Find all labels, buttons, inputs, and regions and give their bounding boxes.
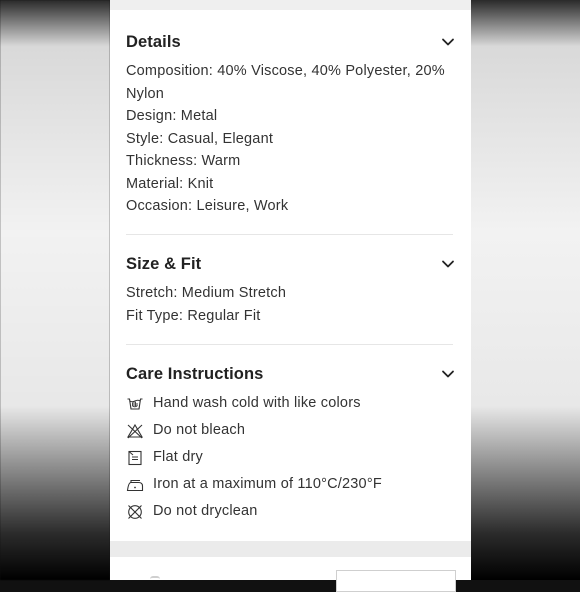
size-fit-header[interactable]: Size & Fit (126, 253, 455, 275)
details-title: Details (126, 32, 181, 51)
section-separator (110, 541, 471, 557)
blurred-background-right (471, 0, 580, 580)
flat-dry-icon (128, 450, 142, 465)
no-bleach-icon (127, 423, 143, 438)
care-item-hand-wash: Hand wash cold with like colors (126, 390, 455, 417)
iron-icon (126, 479, 144, 491)
details-line: Nylon (126, 85, 165, 102)
details-line: Composition: 40% Viscose, 40% Polyester,… (126, 63, 445, 79)
section-divider (126, 344, 453, 345)
details-line: Style: Casual, Elegant (126, 130, 274, 147)
size-fit-line: Stretch: Medium Stretch (126, 285, 287, 301)
care-item-no-bleach: Do not bleach (126, 417, 455, 444)
details-line: Material: Knit (126, 175, 214, 192)
size-fit-title: Size & Fit (126, 254, 202, 273)
details-line: Thickness: Warm (126, 153, 241, 169)
chevron-down-icon[interactable] (441, 257, 455, 271)
care-text: Do not bleach (153, 422, 246, 439)
care-text: Do not dryclean (153, 503, 258, 520)
details-line: Occasion: Leisure, Work (126, 198, 289, 214)
care-header[interactable]: Care Instructions (126, 363, 455, 385)
chevron-down-icon[interactable] (441, 35, 455, 49)
size-fit-list: Stretch: Medium Stretch Fit Type: Regula… (126, 282, 455, 327)
size-fit-section: Size & Fit Stretch: Medium Stretch Fit T… (126, 253, 455, 327)
care-text: Flat dry (153, 449, 203, 466)
care-item-no-dryclean: Do not dryclean (126, 498, 455, 525)
blurred-background-left (0, 0, 110, 580)
care-text: Hand wash cold with like colors (153, 395, 361, 412)
care-section: Care Instructions Hand wash cold with li… (126, 363, 455, 525)
partial-button[interactable] (336, 570, 456, 592)
care-item-flat-dry: Flat dry (126, 444, 455, 471)
partial-icon (150, 576, 160, 581)
care-item-iron: Iron at a maximum of 110°C/230°F (126, 471, 455, 498)
care-title: Care Instructions (126, 364, 264, 383)
no-dryclean-icon (128, 504, 142, 519)
section-divider (126, 234, 453, 235)
care-text: Iron at a maximum of 110°C/230°F (153, 476, 382, 493)
product-info-screen: Details Composition: 40% Viscose, 40% Po… (110, 0, 471, 580)
product-details-card: Details Composition: 40% Viscose, 40% Po… (110, 10, 471, 541)
size-fit-line: Fit Type: Regular Fit (126, 307, 261, 324)
details-header[interactable]: Details (126, 31, 455, 53)
details-section: Details Composition: 40% Viscose, 40% Po… (126, 31, 455, 218)
details-line: Design: Metal (126, 108, 218, 124)
hand-wash-icon (127, 397, 143, 410)
care-list: Hand wash cold with like colors Do not b… (126, 390, 455, 525)
details-list: Composition: 40% Viscose, 40% Polyester,… (126, 60, 455, 218)
chevron-down-icon[interactable] (441, 367, 455, 381)
